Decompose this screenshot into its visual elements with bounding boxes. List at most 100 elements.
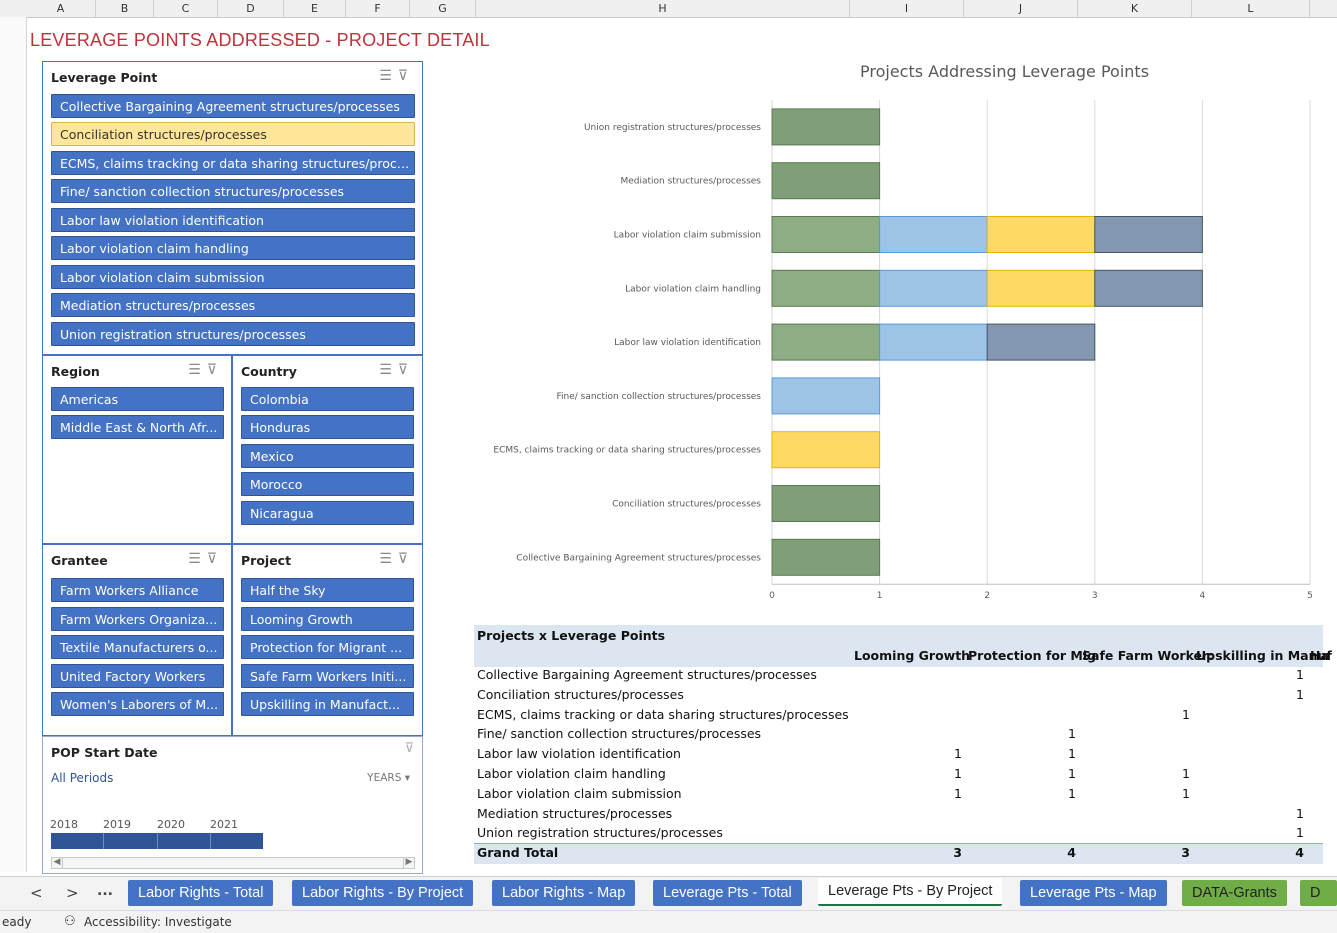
timeline-divider [210,833,211,849]
slicer-item[interactable]: Union registration structures/processes [51,322,415,346]
slicer-item[interactable]: Farm Workers Organiza... [51,607,224,631]
pivot-row-label[interactable]: Conciliation structures/processes [477,687,684,702]
bar-segment[interactable] [1094,269,1203,307]
column-header-i[interactable]: I [850,0,964,17]
slicer-item[interactable]: Textile Manufacturers o... [51,635,224,659]
y-category-label: Labor violation claim handling [625,284,761,294]
slicer-item[interactable]: Mexico [241,444,414,468]
tab-scroll-next-button[interactable]: > [66,884,79,902]
tab-leverage-pts-total[interactable]: Leverage Pts - Total [653,880,802,906]
slicer-item[interactable]: Mediation structures/processes [51,293,415,317]
bar-segment[interactable] [771,162,881,200]
tab-leverage-pts-map[interactable]: Leverage Pts - Map [1020,880,1167,906]
bar-segment[interactable] [771,377,881,415]
slicer-item[interactable]: Colombia [241,387,414,411]
tab-labor-rights-by-project[interactable]: Labor Rights - By Project [292,880,474,906]
pivot-col-header[interactable]: Safe Farm Worker: [1082,648,1213,663]
slicer-item-selected[interactable]: Conciliation structures/processes [51,122,415,146]
pivot-col-header[interactable]: Protection for Mig [968,648,1096,663]
multi-select-icon[interactable]: ☰ [379,362,398,378]
slicer-item[interactable]: Middle East & North Afr... [51,415,224,439]
tab-labor-rights-total[interactable]: Labor Rights - Total [128,880,274,906]
bar-segment[interactable] [771,216,881,253]
column-header-c[interactable]: C [154,0,218,17]
pivot-row-label[interactable]: Labor violation claim handling [477,766,666,781]
slicer-item[interactable]: Safe Farm Workers Initi... [241,664,414,688]
bar-segment[interactable] [986,323,1096,361]
bar-segment[interactable] [771,485,881,522]
tab-data-truncated[interactable]: D [1300,880,1337,906]
bar-segment[interactable] [771,431,881,469]
tab-more-button[interactable]: ... [97,883,113,899]
slicer-item[interactable]: Farm Workers Alliance [51,578,224,602]
multi-select-icon[interactable]: ☰ [188,551,207,567]
column-header-g[interactable]: G [410,0,476,17]
bar-segment[interactable] [771,108,881,146]
clear-filter-icon[interactable]: ⊽ [398,68,414,84]
tab-data-grants[interactable]: DATA-Grants [1182,880,1287,906]
clear-filter-icon[interactable]: ⊽ [207,362,223,378]
slicer-item[interactable]: Labor law violation identification [51,208,415,232]
slicer-item[interactable]: Americas [51,387,224,411]
slicer-item[interactable]: Labor violation claim submission [51,265,415,289]
column-header-f[interactable]: F [346,0,410,17]
slicer-item[interactable]: Looming Growth [241,607,414,631]
clear-filter-icon[interactable]: ⊽ [398,362,414,378]
timeline-level-dropdown[interactable]: YEARS ▾ [367,772,410,784]
bar-chart[interactable]: 0 1 2 3 4 5 Union registration structures/proc… [460,90,1330,610]
column-header-k[interactable]: K [1078,0,1192,17]
bar-segment[interactable] [879,269,988,307]
bar-segment[interactable] [1094,216,1203,253]
scroll-left-icon[interactable]: ◀ [52,857,63,869]
pivot-row-label[interactable]: Mediation structures/processes [477,806,672,821]
slicer-item[interactable]: ECMS, claims tracking or data sharing st… [51,151,415,175]
column-header-h[interactable]: H [476,0,850,17]
pivot-row-label[interactable]: Union registration structures/processes [477,825,723,840]
status-accessibility[interactable]: Accessibility: Investigate [84,915,232,929]
slicer-item[interactable]: Morocco [241,472,414,496]
bar-segment[interactable] [986,216,1096,253]
slicer-item[interactable]: Protection for Migrant ... [241,635,414,659]
column-header-j[interactable]: J [964,0,1078,17]
multi-select-icon[interactable]: ☰ [379,551,398,567]
timeline-year: 2021 [210,818,238,831]
clear-filter-icon[interactable]: ⊽ [398,551,414,567]
tab-leverage-pts-by-project[interactable]: Leverage Pts - By Project [818,878,1003,906]
pivot-row-label[interactable]: Collective Bargaining Agreement structur… [477,667,817,682]
clear-filter-icon[interactable]: ⊽ [404,741,414,756]
column-header-l[interactable]: L [1192,0,1310,17]
pivot-col-header[interactable]: Ha [1310,648,1329,663]
bar-segment[interactable] [879,216,988,253]
slicer-item[interactable]: Collective Bargaining Agreement structur… [51,94,415,118]
slicer-item[interactable]: Women's Laborers of M... [51,692,224,716]
bar-segment[interactable] [879,323,988,361]
pivot-row-label[interactable]: Labor law violation identification [477,746,681,761]
timeline-scrollbar[interactable]: ◀ ▶ [51,857,415,869]
column-header-a[interactable]: A [26,0,96,17]
column-header-b[interactable]: B [96,0,154,17]
slicer-item[interactable]: Labor violation claim handling [51,236,415,260]
bar-segment[interactable] [771,269,881,307]
multi-select-icon[interactable]: ☰ [379,68,398,84]
slicer-item[interactable]: United Factory Workers [51,664,224,688]
slicer-item[interactable]: Nicaragua [241,501,414,525]
clear-filter-icon[interactable]: ⊽ [207,551,223,567]
multi-select-icon[interactable]: ☰ [188,362,207,378]
column-header-d[interactable]: D [218,0,284,17]
pivot-row-label[interactable]: Fine/ sanction collection structures/pro… [477,726,761,741]
slicer-item[interactable]: Honduras [241,415,414,439]
bar-segment[interactable] [771,538,881,576]
tab-scroll-prev-button[interactable]: < [30,884,43,902]
pivot-col-header[interactable]: Looming Growth [854,648,970,663]
scroll-right-icon[interactable]: ▶ [403,857,414,869]
slicer-item[interactable]: Half the Sky [241,578,414,602]
bar-segment[interactable] [771,323,881,361]
slicer-item[interactable]: Upskilling in Manufact... [241,692,414,716]
slicer-item[interactable]: Fine/ sanction collection structures/pro… [51,179,415,203]
column-header-bar: A B C D E F G H I J K L [0,0,1337,18]
pivot-row-label[interactable]: ECMS, claims tracking or data sharing st… [477,707,849,722]
tab-labor-rights-map[interactable]: Labor Rights - Map [492,880,636,906]
pivot-row-label[interactable]: Labor violation claim submission [477,786,682,801]
bar-segment[interactable] [986,269,1096,307]
column-header-e[interactable]: E [284,0,346,17]
